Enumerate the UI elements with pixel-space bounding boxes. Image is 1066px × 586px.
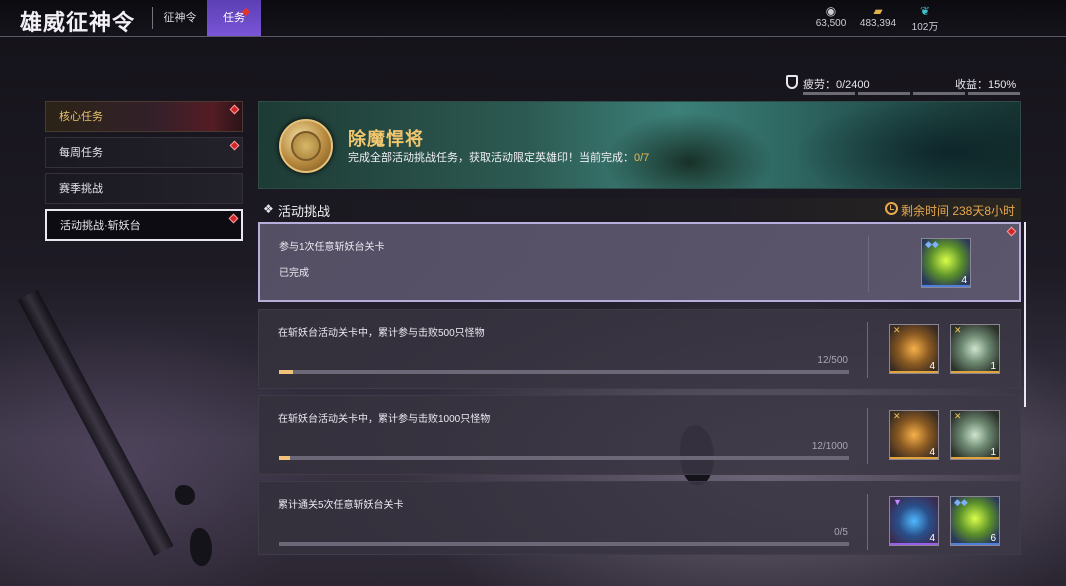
rarity-underline [922,285,970,287]
task-divider [868,236,869,292]
top-bar: 雄威征神令 征神令 任务 ◉ 63,500 ▰ 483,394 ❦ 102万 [0,0,1066,37]
sidebar-item-event-challenge[interactable]: 活动挑战·斩妖台 [45,209,243,241]
alert-dot-icon [1006,226,1017,237]
diamond-cluster-icon: ❖ [263,202,274,216]
fatigue-segment [803,92,855,95]
sidebar-item-core-tasks[interactable]: 核心任务 [45,101,243,132]
section-title: 活动挑战 [278,204,331,219]
task-divider [867,322,868,378]
currency-value: 102万 [911,22,939,33]
currency-gold: ▰ 483,394 [853,4,903,29]
floating-rock [190,528,212,566]
background-sword [18,289,174,557]
rarity-underline [951,371,999,373]
alert-dot-icon [229,104,240,115]
page-title: 雄威征神令 [20,10,136,35]
task-row[interactable]: 在斩妖台活动关卡中，累计参与击败500只怪物 12/500 ✕ 4 ✕ 1 [258,309,1021,389]
section-header: ❖ 活动挑战 剩余时间 238天8小时 [258,198,1021,220]
fatigue-segment [858,92,910,95]
banner-title: 除魔悍将 [348,129,424,149]
rarity-underline [890,543,938,545]
rarity-underline [890,371,938,373]
banner-description: 完成全部活动挑战任务，获取活动限定英雄印！当前完成：0/7 [348,149,649,165]
rarity-mark-icon: ◆◆ [925,239,939,249]
rarity-mark-icon: ✕ [954,411,962,421]
sidebar-item-weekly-tasks[interactable]: 每周任务 [45,137,243,168]
task-description: 在斩妖台活动关卡中，累计参与击败1000只怪物 [278,414,491,425]
tab-tasks[interactable]: 任务 [207,0,261,36]
gold-ticket-icon: ▰ [873,4,883,18]
alert-dot-icon [228,213,239,224]
alert-dot-icon [229,140,240,151]
rarity-mark-icon: ▼ [893,497,902,507]
reward-item[interactable]: ✕ 1 [950,324,1000,374]
reward-item[interactable]: ◆◆ 6 [950,496,1000,546]
reward-item[interactable]: ✕ 4 [889,410,939,460]
task-row[interactable]: 累计通关5次任意斩妖台关卡 0/5 ▼ 4 ◆◆ 6 [258,481,1021,555]
tab-pass[interactable]: 征神令 [157,0,203,36]
currency-coins: ◉ 63,500 [806,4,856,29]
coin-stack-icon: ◉ [825,4,837,18]
task-divider [867,408,868,464]
banner-desc-text: 完成全部活动挑战任务，获取活动限定英雄印！当前完成： [348,152,634,164]
fatigue-bottle-icon [786,75,798,89]
reward-item[interactable]: ✕ 4 [889,324,939,374]
currency-value: 483,394 [859,18,897,29]
rarity-underline [890,457,938,459]
task-progress-fill [279,370,293,374]
sidebar-item-season-challenge[interactable]: 赛季挑战 [45,173,243,204]
sidebar-item-label: 活动挑战·斩妖台 [60,220,141,232]
task-count: 0/5 [834,527,848,538]
reward-item[interactable]: ✕ 1 [950,410,1000,460]
currency-value: 63,500 [815,18,847,29]
task-count: 12/500 [817,355,848,366]
rarity-mark-icon: ◆◆ [954,497,968,507]
reward-item[interactable]: ◆◆ 4 [921,238,971,288]
task-progress-bar [279,456,849,460]
fatigue-segment [913,92,965,95]
task-progress-bar [279,370,849,374]
sidebar-item-label: 赛季挑战 [59,183,103,195]
task-status: 已完成 [279,268,309,279]
rarity-mark-icon: ✕ [954,325,962,335]
rarity-underline [951,457,999,459]
rarity-mark-icon: ✕ [893,325,901,335]
task-description: 累计通关5次任意斩妖台关卡 [278,500,404,511]
task-description: 在斩妖台活动关卡中，累计参与击败500只怪物 [278,328,485,339]
hero-seal-icon [279,119,333,173]
remaining-time: 剩余时间 238天8小时 [901,204,1016,218]
task-row[interactable]: 参与1次任意斩妖台关卡 已完成 ◆◆ 4 [258,222,1021,302]
tab-tasks-label: 任务 [223,12,245,24]
floating-rock [175,485,195,505]
task-count: 12/1000 [811,441,848,452]
sidebar-item-label: 每周任务 [59,147,103,159]
task-progress-fill [279,456,291,460]
event-banner: 除魔悍将 完成全部活动挑战任务，获取活动限定英雄印！当前完成：0/7 [258,101,1021,189]
task-progress-bar [279,542,849,546]
sidebar-item-label: 核心任务 [59,111,103,123]
task-list-scrollbar[interactable] [1024,222,1026,407]
currency-feather: ❦ 102万 [900,4,950,33]
fatigue-segment [968,92,1020,95]
banner-progress: 0/7 [634,152,650,164]
fatigue-text: 疲劳：0/2400 [803,79,870,91]
reward-item[interactable]: ▼ 4 [889,496,939,546]
rarity-mark-icon: ✕ [893,411,901,421]
income-text: 收益：150% [955,79,1017,91]
task-description: 参与1次任意斩妖台关卡 [279,242,385,253]
rarity-underline [951,543,999,545]
title-divider [152,7,153,29]
task-divider [867,494,868,550]
feather-icon: ❦ [919,4,931,18]
task-row[interactable]: 在斩妖台活动关卡中，累计参与击败1000只怪物 12/1000 ✕ 4 ✕ 1 [258,395,1021,475]
clock-icon [885,202,898,215]
